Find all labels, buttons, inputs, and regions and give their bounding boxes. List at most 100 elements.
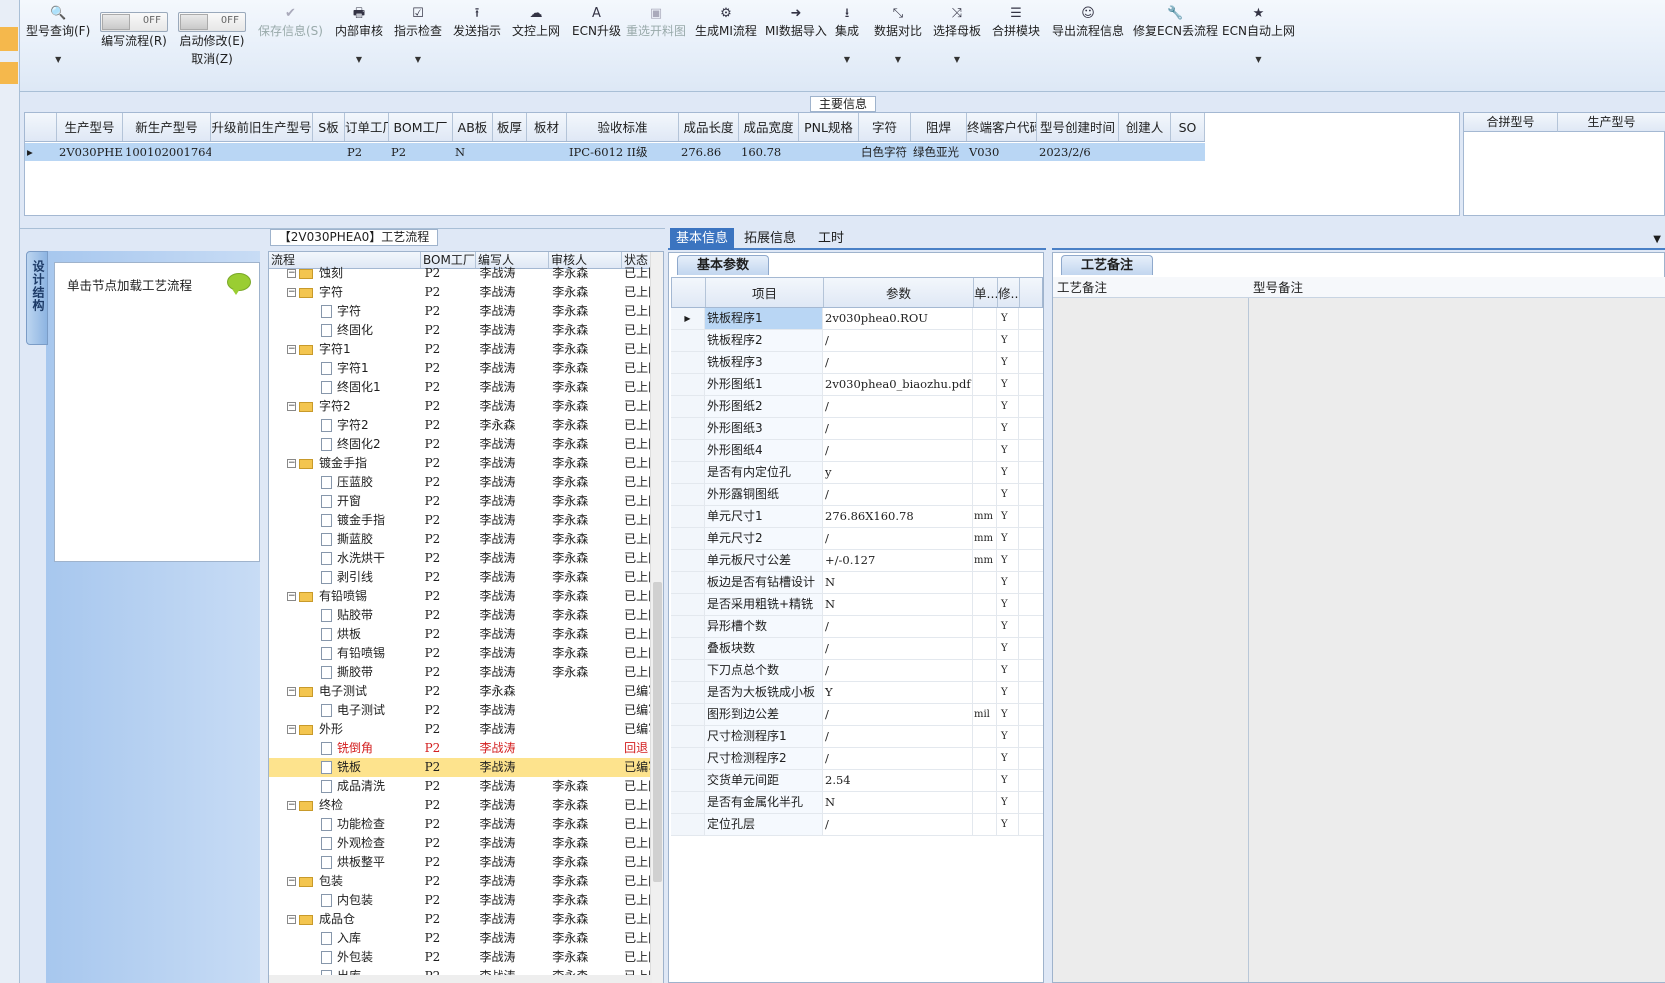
tree-row[interactable]: 镀金手指 P2 李战涛 李永森 已上网 bbox=[269, 511, 651, 530]
tree-row[interactable]: 终固化 P2 李战涛 李永森 已上网 bbox=[269, 321, 651, 340]
column-header[interactable]: PNL规格 bbox=[799, 113, 859, 141]
toolbar-button-11[interactable]: ➜ MI数据导入 bbox=[765, 6, 827, 40]
cell[interactable]: 2023/2/6 bbox=[1037, 143, 1119, 161]
chevron-down-icon[interactable]: ▼ bbox=[1222, 54, 1295, 66]
toolbar-button-17[interactable]: 🔧 修复ECN丢流程 bbox=[1133, 6, 1218, 40]
column-header[interactable]: 板厚 bbox=[493, 113, 527, 141]
tree-row[interactable]: − 字符 P2 李战涛 李永森 已上网 bbox=[269, 283, 651, 302]
column-header[interactable]: 创建人 bbox=[1119, 113, 1171, 141]
param-v[interactable]: Y bbox=[823, 682, 973, 703]
toolbar-button-1[interactable]: OFF 编写流程(R) bbox=[100, 6, 168, 50]
param-v[interactable]: / bbox=[823, 352, 973, 373]
tree-row[interactable]: 剥引线 P2 李战涛 李永森 已上网 bbox=[269, 568, 651, 587]
chevron-down-icon[interactable]: ▼ bbox=[933, 54, 981, 66]
toolbar-button-3[interactable]: ✔ 保存信息(S) bbox=[258, 6, 323, 40]
cell[interactable]: V030 bbox=[967, 143, 1037, 161]
main-info-row[interactable]: ▸2V030PHEA010010200176410P2P2NIPC-6012 I… bbox=[25, 143, 1205, 161]
param-v[interactable]: / bbox=[823, 528, 973, 549]
tree-row[interactable]: 撕蓝胶 P2 李战涛 李永森 已上网 bbox=[269, 530, 651, 549]
param-row[interactable]: 外形图纸2/ Y bbox=[671, 396, 1043, 418]
param-v[interactable]: +/-0.127 bbox=[823, 550, 973, 571]
tree-row[interactable]: − 蚀刻 P2 李战涛 李永森 已上网 bbox=[269, 264, 651, 283]
tree-row[interactable]: 字符2 P2 李永森 李永森 已上网 bbox=[269, 416, 651, 435]
toolbar-button-5[interactable]: ☑ 指示检查 ▼ bbox=[394, 6, 442, 66]
param-v[interactable]: / bbox=[823, 814, 973, 835]
tree-row[interactable]: 字符 P2 李战涛 李永森 已上网 bbox=[269, 302, 651, 321]
collapse-icon[interactable]: − bbox=[287, 725, 296, 734]
param-column-header[interactable]: 单... bbox=[974, 278, 998, 307]
process-remark-header[interactable]: 工艺备注 bbox=[1053, 277, 1249, 298]
collapse-icon[interactable]: − bbox=[287, 459, 296, 468]
column-header[interactable]: 新生产型号 bbox=[123, 113, 211, 141]
tree-row[interactable]: − 电子测试 P2 李永森 已编写 bbox=[269, 682, 651, 701]
tree-row[interactable]: − 成品仓 P2 李战涛 李永森 已上网 bbox=[269, 910, 651, 929]
column-header[interactable]: AB板 bbox=[453, 113, 493, 141]
collapse-icon[interactable]: − bbox=[287, 269, 296, 278]
tab-basic-info[interactable]: 基本信息 bbox=[670, 228, 735, 250]
cell[interactable]: 160.78 bbox=[739, 143, 799, 161]
cell[interactable] bbox=[313, 143, 345, 161]
param-row[interactable]: ▶ 铣板程序1 2v030phea0.ROU Y bbox=[671, 308, 1043, 330]
tree-row[interactable]: 撕胶带 P2 李战涛 李永森 已上网 bbox=[269, 663, 651, 682]
tree-row[interactable]: 铣倒角 P2 李战涛 回退 bbox=[269, 739, 651, 758]
merge-model-header[interactable]: 合拼型号 bbox=[1464, 113, 1558, 132]
cell[interactable]: 2V030PHEA0 bbox=[57, 143, 123, 161]
cell[interactable]: P2 bbox=[345, 143, 389, 161]
chevron-down-icon[interactable]: ▼ bbox=[26, 54, 90, 66]
cell[interactable] bbox=[527, 143, 567, 161]
column-header[interactable]: 成品长度 bbox=[679, 113, 739, 141]
cell[interactable] bbox=[1119, 143, 1171, 161]
tabs-dropdown-icon[interactable]: ▼ bbox=[1653, 234, 1661, 245]
tree-row[interactable]: 成品清洗 P2 李战涛 李永森 已上网 bbox=[269, 777, 651, 796]
toolbar-button-8[interactable]: A ECN升级 bbox=[572, 6, 621, 40]
basic-params-title[interactable]: 基本参数 bbox=[677, 255, 769, 275]
param-v[interactable]: 2v030phea0_biaozhu.pdf bbox=[823, 374, 973, 395]
column-header[interactable]: BOM工厂 bbox=[389, 113, 453, 141]
tree-row[interactable]: 烘板 P2 李战涛 李永森 已上网 bbox=[269, 625, 651, 644]
param-v[interactable]: N bbox=[823, 792, 973, 813]
column-header[interactable]: 升级前旧生产型号 bbox=[211, 113, 313, 141]
param-row[interactable]: 图形到边公差 / mil Y bbox=[671, 704, 1043, 726]
column-header[interactable]: 终端客户代码 bbox=[967, 113, 1037, 141]
param-v[interactable]: / bbox=[823, 704, 973, 725]
param-row[interactable]: 外形露铜图纸 / Y bbox=[671, 484, 1043, 506]
chevron-down-icon[interactable]: ▼ bbox=[394, 54, 442, 66]
tree-row[interactable]: 铣板 P2 李战涛 已编写 bbox=[269, 758, 651, 777]
cell[interactable]: 绿色亚光 bbox=[911, 143, 967, 161]
column-header[interactable]: 型号创建时间 bbox=[1037, 113, 1119, 141]
toggle-switch[interactable]: OFF bbox=[178, 12, 246, 32]
tree-row[interactable]: 终固化2 P2 李战涛 李永森 已上网 bbox=[269, 435, 651, 454]
toolbar-button-12[interactable]: ⭳ 集成 ▼ bbox=[835, 6, 859, 66]
param-row[interactable]: 是否有金属化半孔 N Y bbox=[671, 792, 1043, 814]
chevron-down-icon[interactable]: ▼ bbox=[835, 54, 859, 66]
toolbar-button-10[interactable]: ⚙ 生成MI流程 bbox=[695, 6, 757, 40]
param-row[interactable]: 板边是否有钻槽设计 N Y bbox=[671, 572, 1043, 594]
toolbar-button-4[interactable]: 🖶 内部审核 ▼ bbox=[335, 6, 383, 66]
collapse-icon[interactable]: − bbox=[287, 402, 296, 411]
param-row[interactable]: 单元板尺寸公差 +/-0.127 mm Y bbox=[671, 550, 1043, 572]
param-v[interactable]: 276.86X160.78 bbox=[823, 506, 973, 527]
param-row[interactable]: 是否为大板铣成小板 Y Y bbox=[671, 682, 1043, 704]
toolbar-button-0[interactable]: 🔍 型号查询(F) ▼ bbox=[26, 6, 90, 66]
cell[interactable]: 276.86 bbox=[679, 143, 739, 161]
param-column-header[interactable]: 参数 bbox=[824, 278, 974, 307]
toolbar-button-14[interactable]: ⤨ 选择母板 ▼ bbox=[933, 6, 981, 66]
tree-row[interactable]: 外包装 P2 李战涛 李永森 已上网 bbox=[269, 948, 651, 967]
production-model-header[interactable]: 生产型号 bbox=[1558, 113, 1665, 132]
collapse-icon[interactable]: − bbox=[287, 877, 296, 886]
toolbar-button-2[interactable]: OFF 启动修改(E) 取消(Z) bbox=[178, 6, 246, 68]
tree-row[interactable]: − 外形 P2 李战涛 已编写 bbox=[269, 720, 651, 739]
param-row[interactable]: 下刀点总个数 / Y bbox=[671, 660, 1043, 682]
column-header[interactable]: 生产型号 bbox=[57, 113, 123, 141]
param-v[interactable]: / bbox=[823, 396, 973, 417]
cell[interactable] bbox=[493, 143, 527, 161]
param-row[interactable]: 外形图纸4/ Y bbox=[671, 440, 1043, 462]
param-v[interactable]: N bbox=[823, 572, 973, 593]
toolbar-button-16[interactable]: ☺ 导出流程信息 bbox=[1052, 6, 1124, 40]
param-v[interactable]: / bbox=[823, 616, 973, 637]
cell[interactable]: 10010200176410 bbox=[123, 143, 211, 161]
tree-row[interactable]: 外观检查 P2 李战涛 李永森 已上网 bbox=[269, 834, 651, 853]
param-v[interactable]: / bbox=[823, 638, 973, 659]
tree-row[interactable]: − 包装 P2 李战涛 李永森 已上网 bbox=[269, 872, 651, 891]
param-v[interactable]: / bbox=[823, 440, 973, 461]
